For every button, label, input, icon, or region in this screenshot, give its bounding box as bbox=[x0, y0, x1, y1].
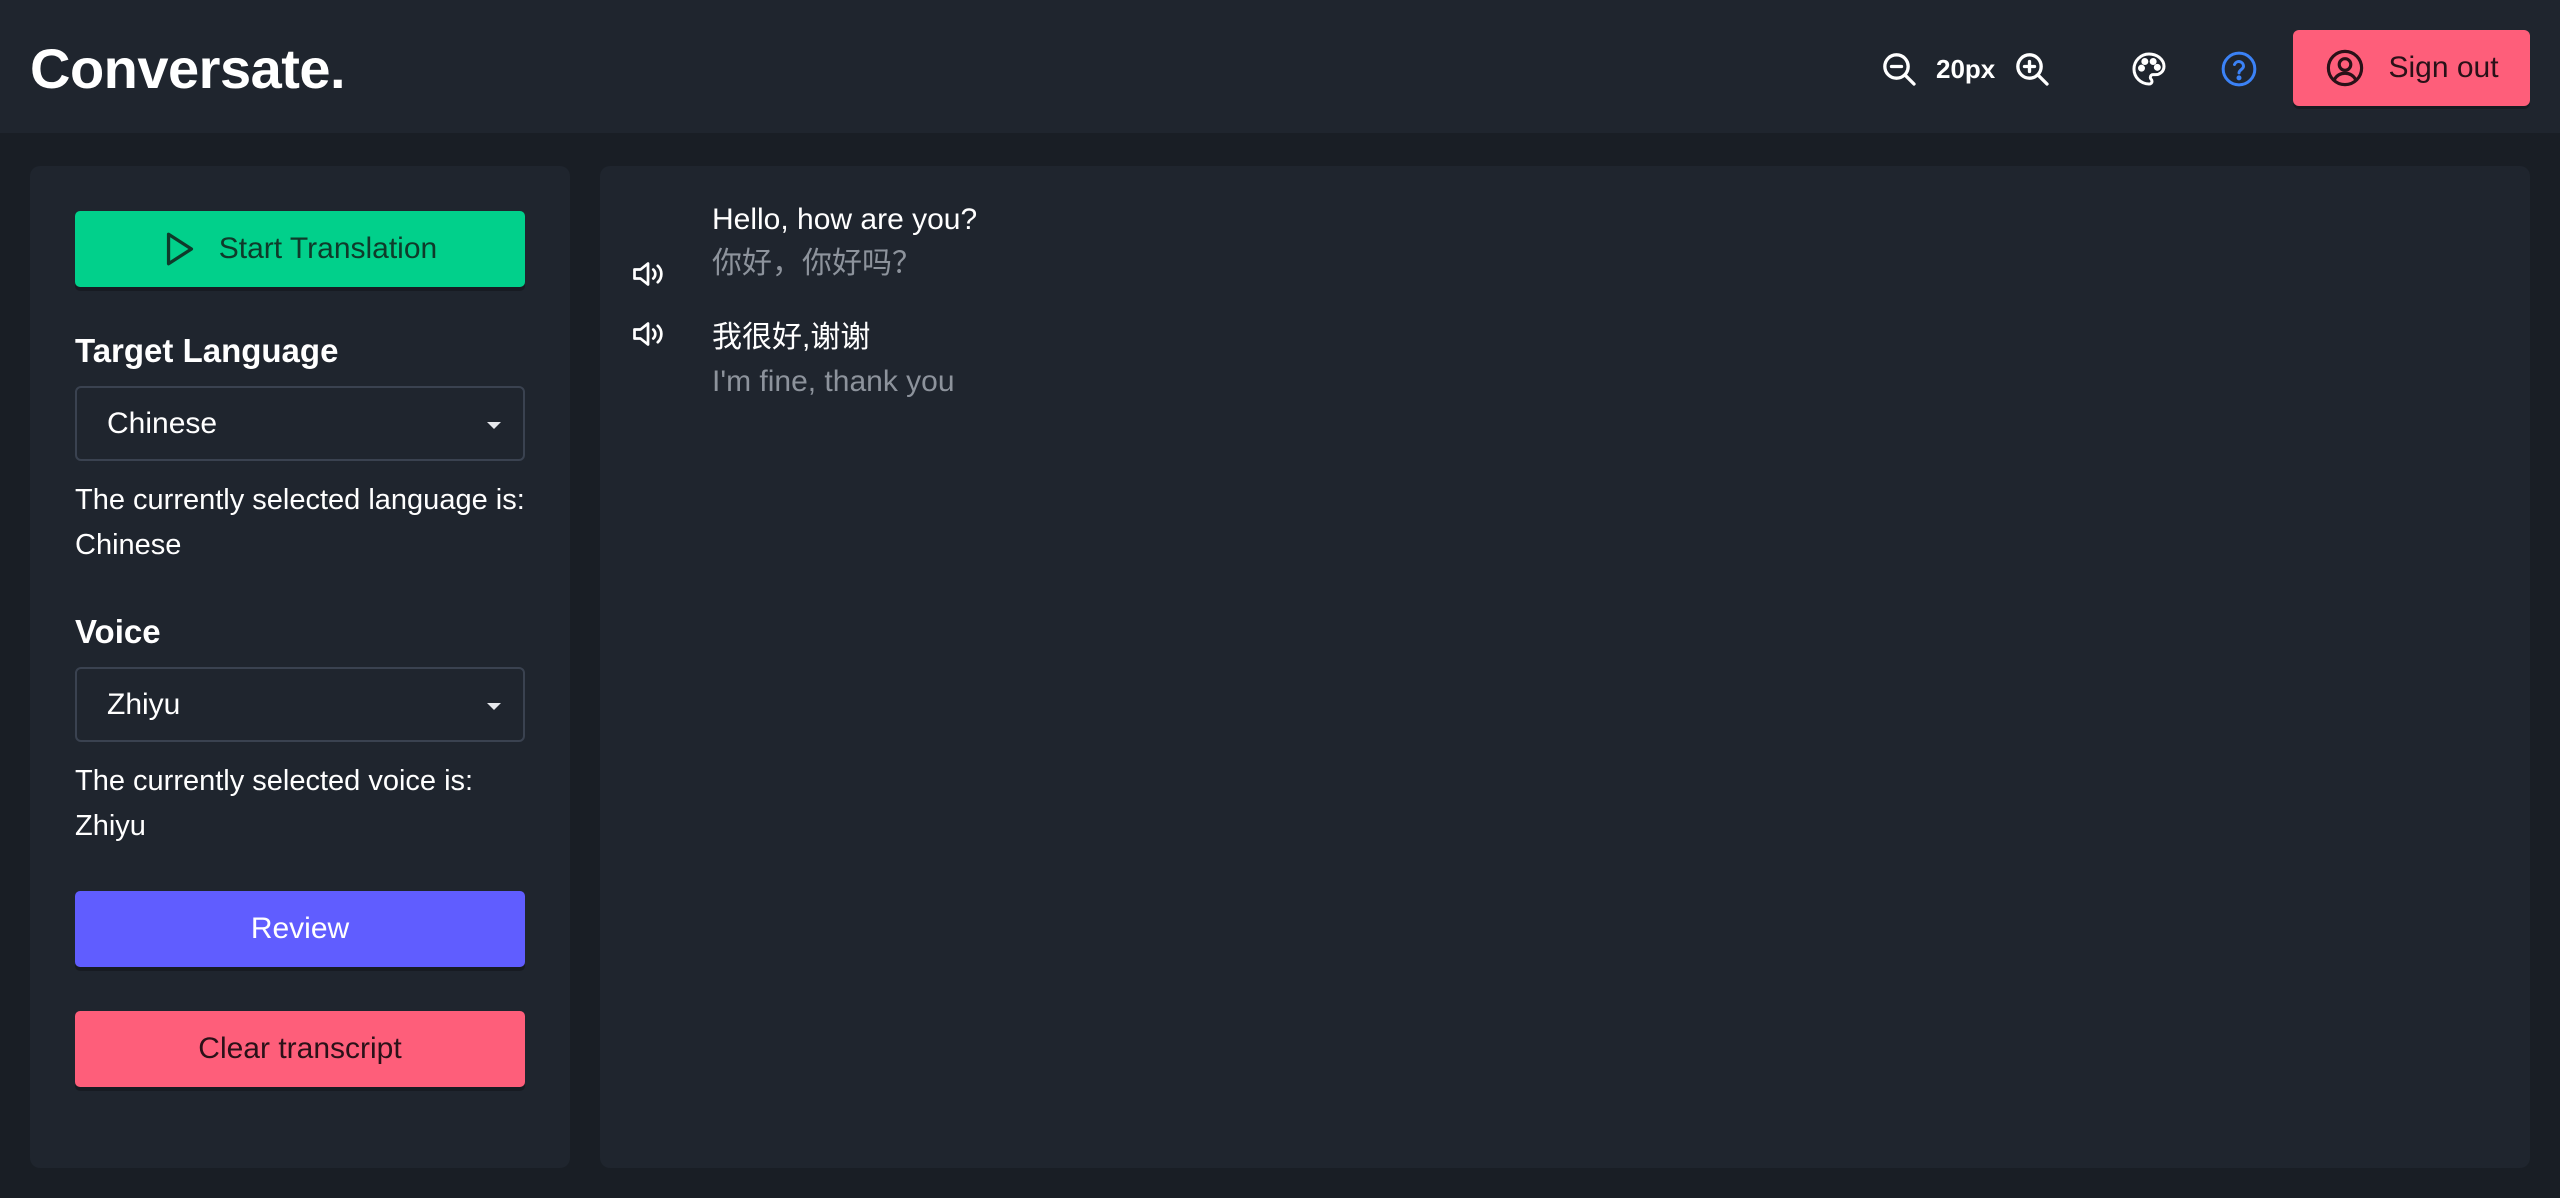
zoom-in-button[interactable] bbox=[2009, 46, 2055, 92]
settings-panel: Start Translation Target Language Chines… bbox=[30, 166, 570, 1168]
font-size-controls: 20px bbox=[1876, 46, 2055, 92]
review-label: Review bbox=[250, 912, 350, 945]
voice-note: The currently selected voice is: Zhiyu bbox=[75, 765, 474, 842]
play-audio-button[interactable] bbox=[630, 256, 666, 292]
theme-button[interactable] bbox=[2126, 46, 2172, 92]
target-language-select[interactable]: Chinese bbox=[75, 386, 525, 461]
play-icon bbox=[166, 232, 193, 266]
review-button[interactable]: Review bbox=[75, 891, 525, 967]
target-language-title: Target Language bbox=[75, 332, 339, 369]
play-audio-button[interactable] bbox=[630, 316, 666, 352]
target-language-value: Chinese bbox=[107, 406, 218, 440]
zoom-out-icon bbox=[1883, 53, 1916, 86]
clear-transcript-label: Clear transcript bbox=[198, 1032, 402, 1065]
user-icon bbox=[2327, 49, 2364, 87]
translated-text: I'm fine, thank you bbox=[712, 365, 955, 398]
chevron-down-icon bbox=[487, 703, 501, 710]
language-note: The currently selected language is: Chin… bbox=[75, 484, 525, 561]
start-translation-button[interactable]: Start Translation bbox=[75, 211, 525, 287]
help-button[interactable] bbox=[2216, 46, 2262, 92]
font-size-value: 20px bbox=[1936, 53, 1996, 84]
voice-value: Zhiyu bbox=[107, 687, 181, 721]
help-icon bbox=[2221, 51, 2257, 87]
start-translation-label: Start Translation bbox=[218, 232, 438, 265]
top-bar: Conversate. 20px Sign out bbox=[0, 0, 2560, 133]
app-logo: Conversate. bbox=[30, 37, 346, 100]
voice-title: Voice bbox=[75, 613, 161, 650]
speaker-icon bbox=[633, 262, 663, 286]
zoom-in-icon bbox=[2016, 53, 2049, 86]
palette-icon bbox=[2132, 52, 2166, 86]
translated-text: 你好，你好吗？ bbox=[712, 247, 922, 280]
clear-transcript-button[interactable]: Clear transcript bbox=[75, 1011, 525, 1087]
transcript-panel: Hello, how are you? 你好，你好吗？ 我很好,谢谢 I'm f… bbox=[600, 166, 2530, 1168]
voice-select[interactable]: Zhiyu bbox=[75, 667, 525, 742]
zoom-out-button[interactable] bbox=[1876, 46, 1922, 92]
chevron-down-icon bbox=[487, 422, 501, 429]
sign-out-button[interactable]: Sign out bbox=[2293, 30, 2530, 106]
original-text: Hello, how are you? bbox=[712, 203, 978, 236]
sign-out-label: Sign out bbox=[2388, 51, 2499, 84]
original-text: 我很好,谢谢 bbox=[712, 321, 871, 354]
speaker-icon bbox=[633, 322, 663, 346]
